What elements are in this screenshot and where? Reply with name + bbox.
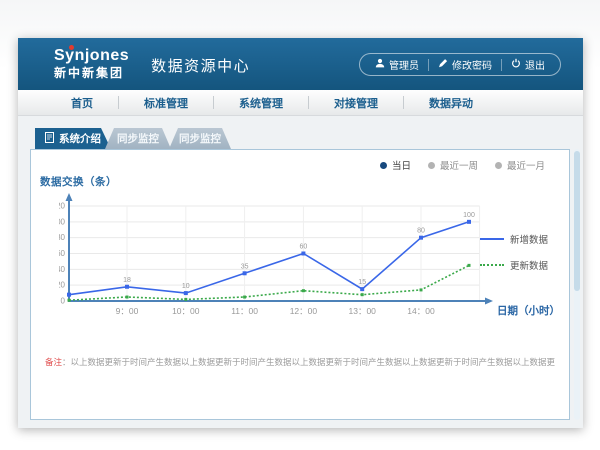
chart-panel: 当日 最近一周 最近一月 数据交换（条） 0 20 40 60 80 100 120 9：00…: [30, 149, 570, 420]
edit-icon: [438, 58, 448, 71]
svg-text:13：00: 13：00: [348, 306, 376, 316]
company-logo: Synjones 新中新集团: [54, 47, 129, 81]
current-user-button[interactable]: 管理员: [366, 57, 428, 72]
svg-text:60: 60: [300, 244, 308, 251]
footnote-prefix: 备注: [45, 357, 62, 367]
svg-text:10：00: 10：00: [172, 306, 200, 316]
radio-today[interactable]: 当日: [380, 158, 411, 172]
radio-label: 最近一周: [440, 158, 478, 172]
chart-legend: 新增数据 更新数据: [480, 232, 548, 272]
y-axis-title: 数据交换（条）: [40, 174, 117, 189]
svg-text:35: 35: [241, 263, 249, 270]
page-title: 数据资源中心: [151, 55, 250, 76]
date-range-radio-group: 当日 最近一周 最近一月: [380, 158, 545, 172]
radio-last-week[interactable]: 最近一周: [428, 158, 478, 172]
svg-text:12：00: 12：00: [290, 306, 318, 316]
line-chart: 0 20 40 60 80 100 120 9：00 10：00 11：00 12：00 13：00 1…: [59, 192, 509, 332]
svg-text:14：00: 14：00: [407, 306, 435, 316]
logo-brand-text: Synjones: [54, 47, 129, 64]
nav-item-standard-management[interactable]: 标准管理: [119, 95, 213, 111]
vertical-scrollbar[interactable]: [574, 149, 580, 420]
nav-item-home[interactable]: 首页: [46, 95, 118, 111]
nav-item-data-change[interactable]: 数据异动: [404, 95, 498, 111]
change-password-button[interactable]: 修改密码: [429, 57, 501, 72]
svg-text:10: 10: [182, 283, 190, 290]
svg-text:100: 100: [59, 217, 66, 226]
content-area: 系统介绍 同步监控 同步监控 当日 最近一周 最近一月: [18, 116, 583, 428]
legend-label: 新增数据: [510, 232, 548, 246]
legend-label: 更新数据: [510, 258, 548, 272]
nav-item-system-management[interactable]: 系统管理: [214, 95, 308, 111]
user-name-label: 管理员: [389, 57, 419, 72]
tab-system-intro[interactable]: 系统介绍: [35, 128, 111, 149]
power-icon: [511, 58, 521, 71]
user-icon: [375, 58, 385, 71]
user-menu: 管理员 修改密码 退出: [359, 53, 561, 76]
scrollbar-thumb[interactable]: [574, 151, 580, 291]
radio-label: 最近一月: [507, 158, 545, 172]
footnote-text: ：以上数据更新于时间产生数据以上数据更新于时间产生数据以上数据更新于时间产生数据…: [62, 357, 555, 367]
svg-text:11：00: 11：00: [231, 306, 258, 316]
svg-text:100: 100: [463, 212, 475, 219]
tab-sync-monitor-2[interactable]: 同步监控: [169, 128, 231, 149]
tab-sync-monitor-1[interactable]: 同步监控: [105, 128, 171, 149]
svg-text:80: 80: [417, 228, 425, 235]
radio-label: 当日: [392, 158, 411, 172]
svg-text:18: 18: [123, 277, 131, 284]
radio-dot-icon: [380, 162, 387, 169]
logout-label: 退出: [525, 57, 545, 72]
svg-text:60: 60: [59, 249, 66, 258]
radio-dot-icon: [428, 162, 435, 169]
app-window: Synjones 新中新集团 数据资源中心 管理员 修改密码: [18, 38, 583, 428]
document-icon: [45, 132, 54, 146]
svg-text:120: 120: [59, 202, 66, 211]
logo-company-name: 新中新集团: [54, 66, 129, 81]
nav-item-interface-management[interactable]: 对接管理: [309, 95, 403, 111]
tab-label: 系统介绍: [59, 131, 101, 146]
solid-line-swatch-icon: [480, 238, 504, 240]
legend-item-new-data: 新增数据: [480, 232, 548, 246]
main-navbar: 首页 标准管理 系统管理 对接管理 数据异动: [18, 90, 583, 116]
radio-last-month[interactable]: 最近一月: [495, 158, 545, 172]
change-password-label: 修改密码: [452, 57, 492, 72]
dotted-line-swatch-icon: [480, 264, 504, 266]
footnote: 备注：以上数据更新于时间产生数据以上数据更新于时间产生数据以上数据更新于时间产生…: [45, 356, 555, 368]
tab-label: 同步监控: [117, 131, 159, 146]
svg-text:20: 20: [59, 281, 66, 290]
svg-text:9：00: 9：00: [116, 306, 139, 316]
svg-text:0: 0: [61, 297, 66, 306]
app-header: Synjones 新中新集团 数据资源中心 管理员 修改密码: [18, 38, 583, 90]
logo-red-dot-icon: [69, 45, 74, 50]
svg-text:15: 15: [358, 279, 366, 286]
radio-dot-icon: [495, 162, 502, 169]
legend-item-updated-data: 更新数据: [480, 258, 548, 272]
x-axis-title: 日期（小时）: [497, 303, 560, 318]
tab-label: 同步监控: [179, 131, 221, 146]
svg-text:40: 40: [59, 265, 66, 274]
svg-text:80: 80: [59, 233, 66, 242]
logout-button[interactable]: 退出: [502, 57, 554, 72]
